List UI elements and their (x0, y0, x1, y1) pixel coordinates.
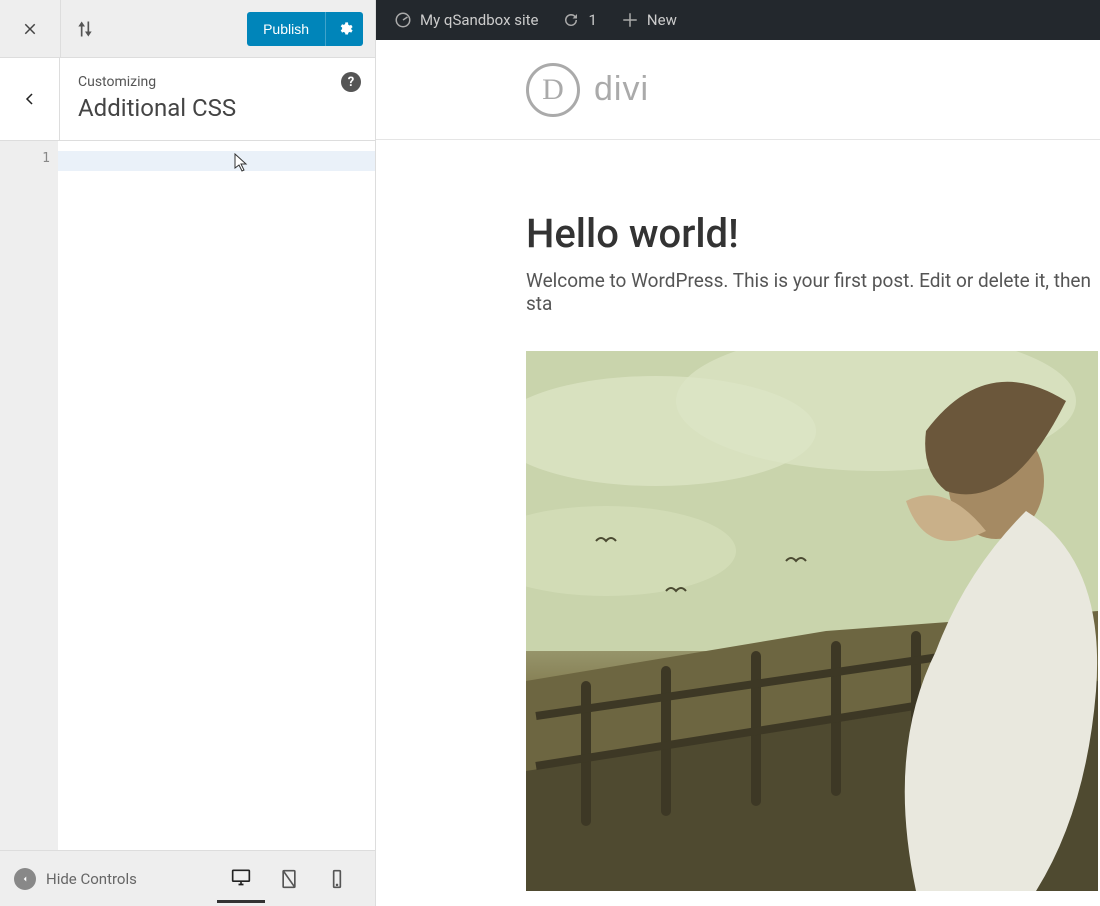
post-title[interactable]: Hello world! (526, 210, 1100, 257)
tablet-icon (279, 869, 299, 889)
refresh-icon (562, 11, 580, 29)
adminbar-new-link[interactable]: New (609, 0, 689, 40)
active-line-highlight (58, 151, 375, 171)
adminbar-site-link[interactable]: My qSandbox site (382, 0, 550, 40)
dashboard-icon (394, 11, 412, 29)
device-tablet-button[interactable] (265, 855, 313, 903)
adminbar-site-name: My qSandbox site (420, 11, 538, 29)
wp-admin-bar: My qSandbox site 1 New (376, 0, 1100, 40)
publish-group: Publish (247, 12, 363, 46)
publish-settings-button[interactable] (325, 12, 363, 46)
editor-body[interactable] (58, 141, 375, 850)
chevron-left-icon (21, 90, 39, 108)
site-header: D divi (376, 40, 1100, 140)
customizer-topbar: Publish (0, 0, 375, 58)
line-number: 1 (0, 151, 50, 166)
close-customizer-button[interactable] (0, 0, 60, 57)
logo-mark: D (526, 63, 580, 117)
section-label: Customizing (78, 74, 361, 90)
section-titles: Customizing Additional CSS ? (60, 58, 375, 140)
logo-text: divi (594, 70, 649, 109)
section-title: Additional CSS (78, 94, 361, 122)
mobile-icon (327, 869, 347, 889)
editor-gutter: 1 (0, 141, 58, 850)
customizer-footer: Hide Controls (0, 850, 375, 906)
css-editor[interactable]: 1 (0, 141, 375, 850)
site-logo[interactable]: D divi (526, 63, 649, 117)
site-preview: My qSandbox site 1 New D divi Hello worl… (376, 0, 1100, 906)
device-mobile-button[interactable] (313, 855, 361, 903)
customizer-panel: Publish Customizing Additional CSS ? 1 (0, 0, 376, 906)
back-button[interactable] (0, 58, 60, 140)
sort-updown-icon (75, 19, 95, 39)
close-icon (21, 20, 39, 38)
hide-controls-button[interactable]: Hide Controls (14, 868, 137, 890)
expand-collapse-button[interactable] (61, 0, 109, 57)
section-header: Customizing Additional CSS ? (0, 58, 375, 141)
hide-controls-label: Hide Controls (46, 870, 137, 888)
publish-button[interactable]: Publish (247, 12, 325, 46)
help-button[interactable]: ? (341, 72, 361, 92)
device-desktop-button[interactable] (217, 855, 265, 903)
desktop-icon (231, 867, 251, 887)
featured-image[interactable] (526, 351, 1098, 891)
plus-icon (621, 11, 639, 29)
collapse-arrow-icon (14, 868, 36, 890)
adminbar-updates-link[interactable]: 1 (550, 0, 608, 40)
post-body: Welcome to WordPress. This is your first… (526, 269, 1100, 315)
post-area: Hello world! Welcome to WordPress. This … (376, 140, 1100, 906)
gear-icon (337, 21, 353, 37)
adminbar-new-label: New (647, 11, 677, 29)
adminbar-update-count: 1 (588, 11, 596, 29)
